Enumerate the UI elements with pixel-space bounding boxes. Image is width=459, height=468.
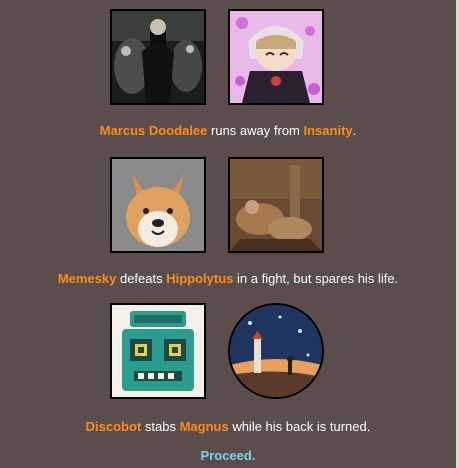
avatar-memesky [110,157,206,253]
tribute-name: Magnus [179,419,229,434]
tribute-row-3 [110,303,324,399]
event-page: Marcus Doodalee runs away from Insanity. [0,0,459,468]
tribute-name: Insanity [303,123,353,138]
proceed-link[interactable]: Proceed. [0,448,456,463]
avatar-marcus-doodalee [110,9,206,105]
tribute-name: Discobot [85,419,142,434]
avatar-magnus [228,303,324,399]
tribute-row-2 [110,157,324,253]
avatar-insanity [228,9,324,105]
avatar-discobot [110,303,206,399]
event-1-text: Marcus Doodalee runs away from Insanity. [99,123,357,138]
tribute-name: Marcus Doodalee [99,123,208,138]
event-2-text: Memesky defeats Hippolytus in a fight, b… [57,271,399,286]
tribute-name: Memesky [57,271,117,286]
tribute-row-1 [110,9,324,105]
event-3-text: Discobot stabs Magnus while his back is … [85,419,371,434]
tribute-name: Hippolytus [166,271,234,286]
avatar-hippolytus [228,157,324,253]
